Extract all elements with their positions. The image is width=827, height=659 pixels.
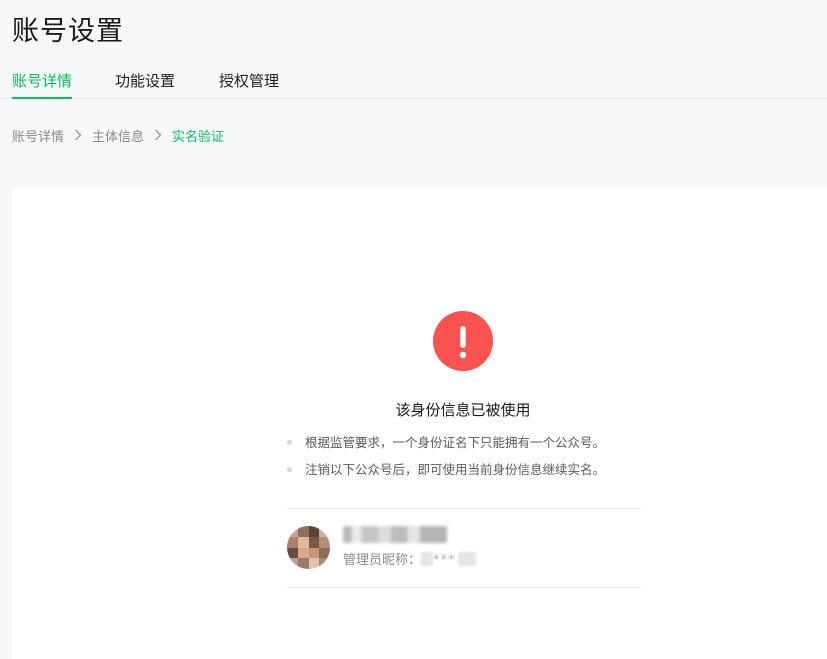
notice-title: 该身份信息已被使用 [395, 401, 531, 419]
admin-nickname-label: 管理员昵称： [343, 553, 422, 568]
notice-tip: 根据监管要求，一个身份证名下只能拥有一个公众号。 [287, 429, 605, 456]
breadcrumb-subject-info[interactable]: 主体信息 [92, 126, 144, 145]
bullet-dot-icon [287, 440, 292, 445]
admin-nickname-value: *** [421, 550, 476, 572]
notice-tips: 根据监管要求，一个身份证名下只能拥有一个公众号。 注销以下公众号后，即可使用当前… [287, 429, 605, 483]
account-name [343, 526, 447, 543]
breadcrumb: 账号详情 主体信息 实名验证 [12, 124, 224, 146]
chevron-right-icon [64, 129, 92, 141]
chevron-right-icon [144, 129, 172, 141]
tab-account-details[interactable]: 账号详情 [12, 70, 73, 99]
notice-tip: 注销以下公众号后，即可使用当前身份信息继续实名。 [287, 456, 605, 483]
avatar [287, 526, 330, 569]
notice-tip-text: 注销以下公众号后，即可使用当前身份信息继续实名。 [305, 462, 606, 477]
notice-tip-text: 根据监管要求，一个身份证名下只能拥有一个公众号。 [305, 435, 606, 450]
tab-bar: 账号详情 功能设置 授权管理 [0, 66, 827, 99]
breadcrumb-real-name-verification: 实名验证 [172, 129, 225, 145]
breadcrumb-account-details[interactable]: 账号详情 [12, 126, 64, 145]
tab-authorization-management[interactable]: 授权管理 [219, 70, 279, 92]
tab-feature-settings[interactable]: 功能设置 [115, 70, 175, 92]
exclamation-circle-icon [433, 311, 493, 371]
bullet-dot-icon [287, 467, 292, 472]
page-title: 账号设置 [12, 16, 124, 47]
linked-account: 管理员昵称： *** [287, 508, 641, 588]
admin-nickname: 管理员昵称： *** [343, 550, 476, 572]
content-card: 该身份信息已被使用 根据监管要求，一个身份证名下只能拥有一个公众号。 注销以下公… [12, 187, 827, 659]
account-settings-page: 账号设置 账号详情 功能设置 授权管理 账号详情 主体信息 实名验证 该身份信息… [0, 0, 827, 659]
